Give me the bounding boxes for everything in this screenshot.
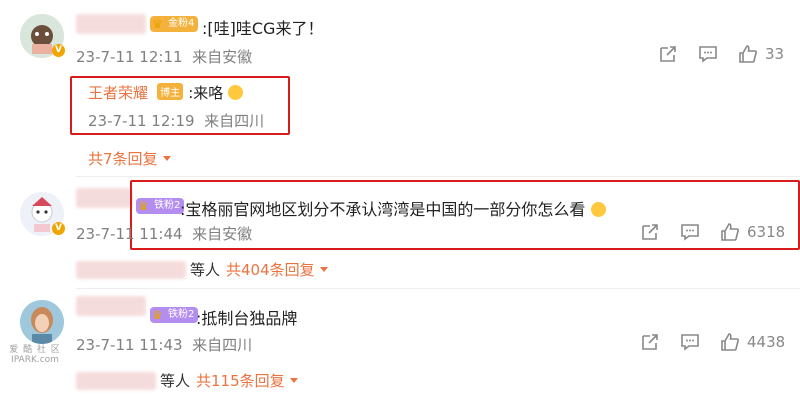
comment-text: :抵制台独品牌 xyxy=(196,309,298,328)
divider xyxy=(76,288,800,289)
author-badge: 博主 xyxy=(157,83,184,100)
more-replies-link[interactable]: 等人 共115条回复 xyxy=(76,370,299,391)
share-icon[interactable] xyxy=(658,44,678,68)
like-icon xyxy=(721,223,739,241)
username-redacted xyxy=(76,14,146,34)
comment-time: 23-7-11 12:11 来自安徽 xyxy=(76,48,253,66)
fan-badge: ♛ 铁粉2 xyxy=(150,307,199,323)
comment-text: :[哇]哇CG来了！ xyxy=(202,19,324,38)
fan-badge: ♛ 金粉4 xyxy=(150,16,199,32)
crown-icon: ♛ xyxy=(138,199,149,213)
like-count: 4438 xyxy=(747,333,786,351)
chevron-down-icon xyxy=(162,155,171,161)
reply-author[interactable]: 王者荣耀 xyxy=(88,84,148,102)
avatar[interactable] xyxy=(20,300,64,344)
like-count: 33 xyxy=(765,45,785,63)
comment-time: 23-7-11 11:43 来自四川 xyxy=(76,336,253,354)
comment-icon[interactable] xyxy=(680,332,700,356)
crown-icon: ♛ xyxy=(152,308,163,322)
fan-badge: ♛ 铁粉2 xyxy=(136,198,185,214)
chevron-down-icon xyxy=(289,377,298,383)
comment-icon[interactable] xyxy=(698,44,718,68)
reply-text: :来咯 xyxy=(188,84,224,102)
comment-3: 爱 酷 社 区 IPARK.com ♛ 铁粉2 :抵制台独品牌 23-7-11 … xyxy=(0,292,800,404)
like-count: 6318 xyxy=(747,223,786,241)
reply-time: 23-7-11 12:19 来自四川 xyxy=(88,112,265,130)
crown-icon: ♛ xyxy=(152,17,163,31)
more-replies-link[interactable]: 共7条回复 xyxy=(88,148,172,169)
like-button[interactable]: 4438 xyxy=(720,332,785,352)
divider xyxy=(76,176,800,177)
username-redacted xyxy=(76,296,146,316)
emoji-icon xyxy=(590,202,606,217)
like-button[interactable]: 6318 xyxy=(720,222,785,242)
share-icon[interactable] xyxy=(640,222,660,246)
verified-badge-icon: V xyxy=(52,222,65,235)
watermark: 爱 酷 社 区 IPARK.com xyxy=(9,345,61,365)
like-icon xyxy=(721,333,739,351)
username-redacted xyxy=(76,188,132,208)
reply: 王者荣耀 博主 :来咯 xyxy=(88,82,244,103)
chevron-down-icon xyxy=(319,266,328,272)
comment-time: 23-7-11 11:44 来自安徽 xyxy=(76,225,253,243)
comment-icon[interactable] xyxy=(680,222,700,246)
like-icon xyxy=(739,45,757,63)
reply-users-redacted xyxy=(76,371,156,390)
reply-users-redacted xyxy=(76,260,186,279)
more-replies-link[interactable]: 等人 共404条回复 xyxy=(76,259,329,280)
comment-2: V ♛ 铁粉2 :宝格丽官网地区划分不承认湾湾是中国的一部分你怎么看 23-7-… xyxy=(0,180,800,285)
verified-badge-icon: V xyxy=(52,44,65,57)
comment-text: :宝格丽官网地区划分不承认湾湾是中国的一部分你怎么看 xyxy=(180,196,606,220)
share-icon[interactable] xyxy=(640,332,660,356)
like-button[interactable]: 33 xyxy=(738,44,784,64)
comment-1: V ♛ 金粉4 :[哇]哇CG来了！ 23-7-11 12:11 来自安徽 33… xyxy=(0,0,800,170)
emoji-icon xyxy=(228,85,244,100)
